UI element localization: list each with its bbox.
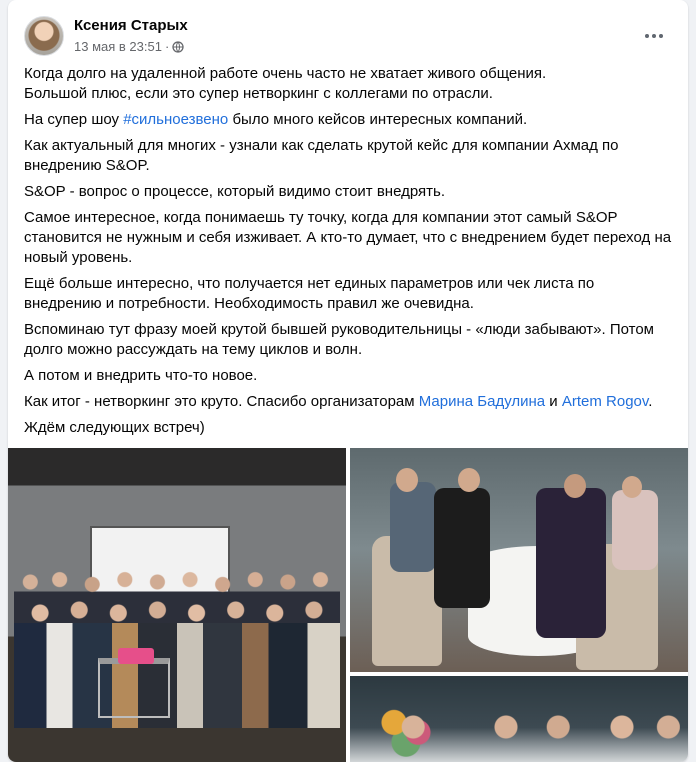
paragraph-1: Когда долго на удаленной работе очень ча… — [24, 65, 547, 102]
paragraph-3: Как актуальный для многих - узнали как с… — [24, 137, 619, 174]
photo-team[interactable] — [350, 676, 688, 762]
people-group — [390, 712, 680, 762]
post-card: Ксения Старых 13 мая в 23:51 · Когда дол… — [8, 0, 688, 762]
more-horizontal-icon — [645, 34, 649, 38]
mention-link-1[interactable]: Марина Бадулина — [419, 393, 545, 410]
cake — [118, 648, 154, 664]
post-text: Когда долго на удаленной работе очень ча… — [24, 64, 674, 444]
more-options-button[interactable] — [636, 20, 672, 52]
person-head — [564, 474, 586, 498]
globe-icon[interactable] — [172, 40, 184, 53]
people-front-row — [14, 598, 340, 748]
paragraph-4: S&OP - вопрос о процессе, который видимо… — [24, 183, 446, 200]
person — [536, 488, 606, 638]
cart — [98, 658, 170, 718]
paragraph-2: На супер шоу #сильноезвено было много ке… — [24, 111, 528, 128]
mention-link-2[interactable]: Artem Rogov — [562, 393, 648, 410]
person — [390, 482, 436, 572]
meta-separator: · — [164, 39, 170, 54]
person — [612, 490, 658, 570]
paragraph-5: Самое интересное, когда понимаешь ту точ… — [24, 209, 672, 266]
photo-highfive[interactable] — [350, 448, 688, 672]
paragraph-6: Ещё больше интересно, что получается нет… — [24, 275, 595, 312]
photo-grid — [8, 448, 688, 762]
author-name[interactable]: Ксения Старых — [74, 17, 188, 34]
post-timestamp[interactable]: 13 мая в 23:51 — [74, 39, 162, 54]
paragraph-8: А потом и внедрить что-то новое. — [24, 367, 258, 384]
post-meta: 13 мая в 23:51 · — [74, 39, 184, 54]
post-header: Ксения Старых 13 мая в 23:51 · — [24, 12, 672, 56]
hashtag-link[interactable]: #сильноезвено — [123, 111, 228, 128]
paragraph-10: Ждём следующих встреч) — [24, 419, 205, 436]
person-head — [458, 468, 480, 492]
paragraph-7: Вспоминаю тут фразу моей крутой бывшей р… — [24, 321, 654, 358]
photo-group[interactable] — [8, 448, 346, 762]
person-head — [396, 468, 418, 492]
avatar[interactable] — [24, 16, 64, 56]
person — [434, 488, 490, 608]
paragraph-9: Как итог - нетворкинг это круто. Спасибо… — [24, 393, 653, 410]
person-head — [622, 476, 642, 498]
